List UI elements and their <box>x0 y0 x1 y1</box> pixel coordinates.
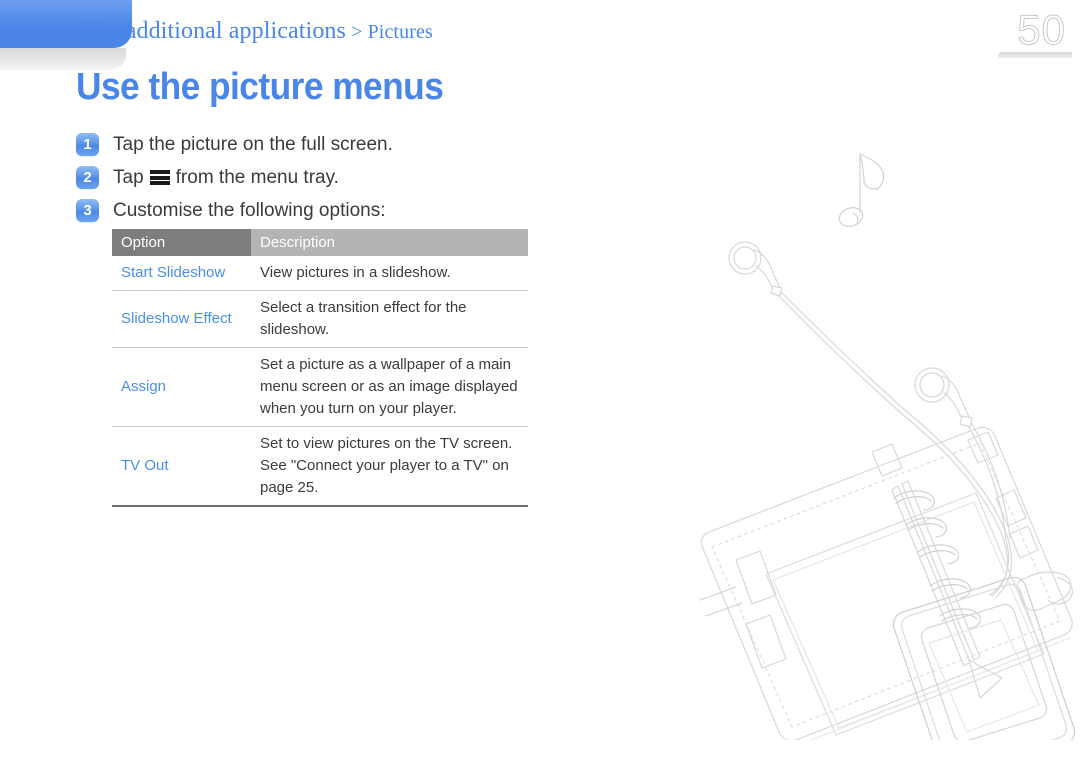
product-illustration <box>640 100 1080 740</box>
breadcrumb-separator: > <box>345 21 368 43</box>
options-table: Option Description Start Slideshow View … <box>112 229 528 507</box>
table-row: Assign Set a picture as a wallpaper of a… <box>112 347 528 427</box>
table-cell-description: View pictures in a slideshow. <box>251 256 528 291</box>
step-item: 1 Tap the picture on the full screen. <box>76 128 596 161</box>
table-row: Start Slideshow View pictures in a slide… <box>112 256 528 291</box>
step-text: Customise the following options: <box>113 200 385 222</box>
organiser-notebook <box>699 426 1073 740</box>
breadcrumb-sub: Pictures <box>367 21 433 43</box>
page-title: Use the picture menus <box>76 66 444 108</box>
media-player <box>892 576 1076 740</box>
earbud-left <box>728 241 907 415</box>
step-number-badge: 3 <box>76 199 99 222</box>
step-text-before: Tap <box>113 166 144 188</box>
step-item: 3 Customise the following options: <box>76 194 596 227</box>
table-cell-option: Slideshow Effect <box>112 290 251 348</box>
table-cell-description: Set to view pictures on the TV screen. S… <box>251 426 528 507</box>
hamburger-menu-icon <box>149 170 170 185</box>
table-cell-option: Start Slideshow <box>112 256 251 291</box>
hamburger-bar <box>149 170 170 174</box>
breadcrumb-main: Use additional applications <box>82 18 346 44</box>
step-text-after: from the menu tray. <box>175 166 339 188</box>
step-text: Tap from the menu tray. <box>113 167 339 189</box>
step-text-before: Customise the following options: <box>113 199 386 221</box>
breadcrumb: Use additional applications > Pictures <box>82 18 433 45</box>
hamburger-bar <box>149 181 170 185</box>
music-note-icon <box>838 153 885 227</box>
binder-rings <box>893 490 982 629</box>
step-text: Tap the picture on the full screen. <box>113 134 393 156</box>
table-row: Slideshow Effect Select a transition eff… <box>112 290 528 348</box>
step-item: 2 Tap from the menu tray. <box>76 161 596 194</box>
table-header-option: Option <box>112 229 251 256</box>
table-cell-description: Set a picture as a wallpaper of a main m… <box>251 347 528 427</box>
page-number: 50 <box>1017 6 1066 54</box>
table-header-row: Option Description <box>112 229 528 256</box>
table-row: TV Out Set to view pictures on the TV sc… <box>112 426 528 507</box>
page-number-rule <box>998 52 1072 58</box>
earphone-cable <box>901 410 1013 598</box>
table-cell-option: Assign <box>112 347 251 427</box>
table-header-description: Description <box>251 229 528 256</box>
steps-list: 1 Tap the picture on the full screen. 2 … <box>76 128 596 227</box>
step-number-badge: 1 <box>76 133 99 156</box>
step-text-before: Tap the picture on the full screen. <box>113 133 393 155</box>
hamburger-bar <box>149 175 170 180</box>
table-cell-option: TV Out <box>112 426 251 507</box>
table-cell-description: Select a transition effect for the slide… <box>251 290 528 348</box>
step-number-badge: 2 <box>76 166 99 189</box>
earbud-right <box>914 367 1011 541</box>
